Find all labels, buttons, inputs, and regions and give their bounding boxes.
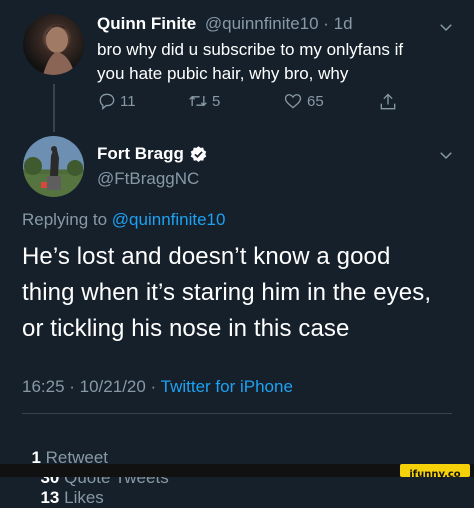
reply-count: 11 (120, 92, 136, 110)
avatar-quinn[interactable] (23, 14, 84, 75)
tweet1-text: bro why did u subscribe to my onlyfans i… (97, 38, 403, 86)
ifunny-watermark-bar: ifunny.co (0, 464, 474, 480)
timestamp-date[interactable]: 16:25 · 10/21/20 · (22, 377, 161, 396)
share-icon (380, 93, 396, 110)
tweet2-timestamp: 16:25 · 10/21/20 · Twitter for iPhone (22, 377, 293, 397)
tweet2-text-line1: He’s lost and doesn’t know a good (22, 243, 391, 270)
ifunny-watermark-text: ifunny.co (409, 469, 461, 480)
avatar-quinn-image (43, 25, 75, 75)
heart-icon (284, 94, 302, 109)
reply-icon (99, 93, 115, 110)
replying-to-handle-link[interactable]: @quinnfinite10 (112, 210, 226, 229)
client-link[interactable]: Twitter for iPhone (161, 377, 293, 396)
tweet1-text-line2: you hate pubic hair, why bro, why (97, 64, 349, 83)
likes-count: 13 (40, 488, 60, 507)
like-count: 65 (307, 92, 324, 110)
tweet2-chevron-down-icon[interactable] (437, 146, 455, 164)
reply-button[interactable]: 11 (97, 91, 136, 111)
tweet1-chevron-down-icon[interactable] (437, 18, 455, 36)
likes-stat[interactable]: 13 Likes (40, 488, 103, 507)
tweet2-text-line2: thing when it’s staring him in the eyes, (22, 279, 432, 306)
likes-label: Likes (64, 488, 104, 507)
tweet2-text: He’s lost and doesn’t know a good thing … (22, 239, 431, 347)
replying-to-label: Replying to (22, 210, 108, 229)
thread-connector-line (53, 84, 55, 132)
like-button[interactable]: 65 (283, 91, 324, 111)
share-button[interactable] (378, 91, 398, 118)
tweet1-text-line1: bro why did u subscribe to my onlyfans i… (97, 40, 404, 59)
retweet-button[interactable]: 5 (187, 91, 220, 111)
tweet1-display-name[interactable]: Quinn Finite (97, 14, 196, 33)
retweet-count: 5 (212, 92, 221, 110)
avatar-fort-bragg[interactable] (23, 136, 84, 197)
tweet2-text-line3: or tickling his nose in this case (22, 315, 350, 342)
avatar-fort-bragg-image (23, 146, 84, 197)
verified-badge-icon (190, 145, 207, 162)
tweet2-handle[interactable]: @FtBraggNC (97, 169, 199, 189)
tweet1-handle-time[interactable]: @quinnfinite10 · 1d (205, 14, 353, 33)
replying-to: Replying to @quinnfinite10 (22, 210, 225, 230)
retweet-icon (189, 95, 207, 107)
tweet2-display-name[interactable]: Fort Bragg (97, 144, 184, 164)
tweet1-actions: 11 5 65 (97, 91, 427, 115)
divider-top (22, 413, 452, 414)
